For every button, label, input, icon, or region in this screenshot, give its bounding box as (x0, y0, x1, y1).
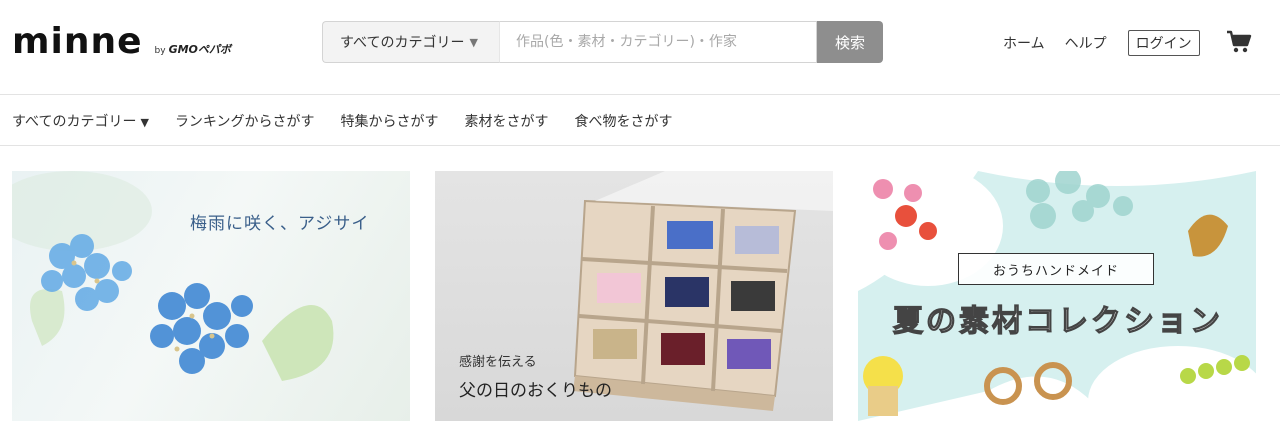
banner-fathers-day[interactable]: 感謝を伝える 父の日のおくりもの (435, 171, 833, 421)
site-header: minne by GMOペパボ すべてのカテゴリー ▼ 検索 ホーム ヘルプ ロ… (0, 0, 1280, 95)
banner-hydrangea[interactable]: 梅雨に咲く、アジサイ (12, 171, 410, 421)
search-category-label: すべてのカテゴリー (340, 35, 465, 51)
banner-summer-materials[interactable]: おうちハンドメイド 夏の素材コレクション (858, 171, 1256, 421)
nav-home-link[interactable]: ホーム (1003, 33, 1045, 53)
category-all-label: すべてのカテゴリー (12, 113, 137, 130)
search-bar: すべてのカテゴリー ▼ 検索 (322, 21, 883, 63)
category-food-link[interactable]: 食べ物をさがす (575, 111, 673, 131)
banner-hydrangea-title: 梅雨に咲く、アジサイ (190, 214, 370, 234)
category-all-dropdown[interactable]: すべてのカテゴリー ▼ (12, 111, 149, 131)
chevron-down-icon: ▼ (140, 115, 149, 129)
header-nav: ホーム ヘルプ ログイン (1003, 30, 1200, 56)
site-logo[interactable]: minne by GMOペパボ (12, 24, 231, 60)
category-features-link[interactable]: 特集からさがす (341, 111, 439, 131)
category-ranking-link[interactable]: ランキングからさがす (175, 111, 315, 131)
category-nav: すべてのカテゴリー ▼ ランキングからさがす 特集からさがす 素材をさがす 食べ物… (0, 96, 1280, 146)
category-materials-link[interactable]: 素材をさがす (465, 111, 549, 131)
banner-summer-tag: おうちハンドメイド (958, 253, 1154, 285)
cart-icon[interactable] (1226, 30, 1252, 54)
logo-company: GMOペパボ (168, 43, 231, 56)
nav-help-link[interactable]: ヘルプ (1065, 33, 1107, 53)
search-button[interactable]: 検索 (817, 21, 883, 63)
search-input[interactable] (499, 21, 817, 63)
chevron-down-icon: ▼ (469, 35, 478, 49)
login-button[interactable]: ログイン (1127, 30, 1200, 56)
logo-by-text: by (154, 46, 166, 56)
banner-summer-title: 夏の素材コレクション (892, 303, 1223, 339)
banner-fathers-day-subtitle: 感謝を伝える (459, 355, 537, 370)
banner-fathers-day-title: 父の日のおくりもの (459, 381, 612, 401)
search-category-select[interactable]: すべてのカテゴリー ▼ (322, 21, 499, 63)
logo-wordmark: minne (12, 21, 143, 62)
